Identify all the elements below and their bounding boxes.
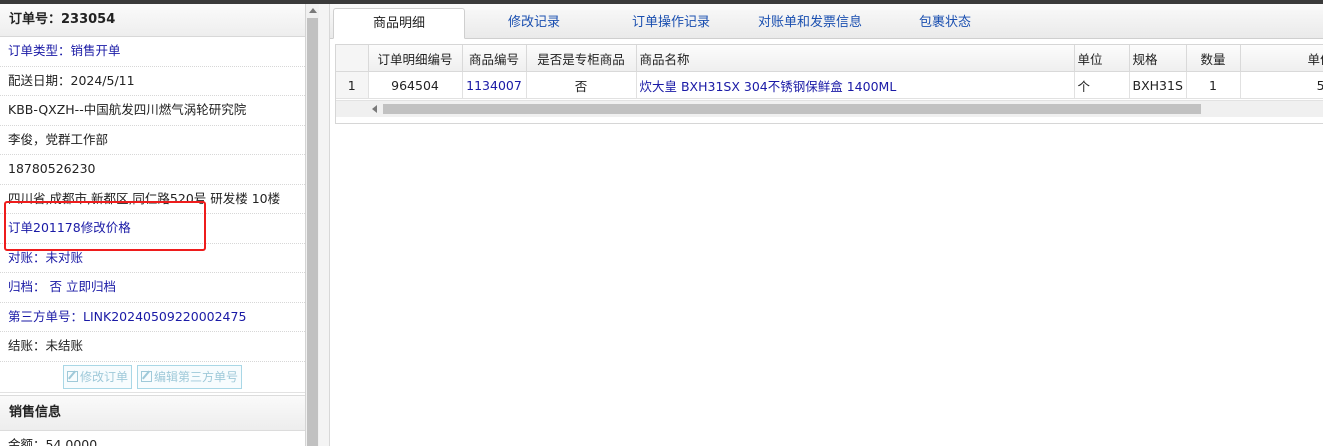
- order-type-row: 订单类型：销售开单: [0, 37, 305, 67]
- header-spec[interactable]: 规格: [1129, 45, 1187, 72]
- tab-modify-records[interactable]: 修改记录: [476, 8, 592, 38]
- header-row-number: [336, 45, 369, 72]
- edit-order-label: 修改订单: [79, 369, 128, 384]
- product-grid: 订单明细编号 商品编号 是否是专柜商品 商品名称 单位 规格 数量 单价 1 9…: [335, 44, 1323, 124]
- table-row[interactable]: 1 964504 1134007 否 炊大皇 BXH31SX 304不锈钢保鲜盒…: [336, 71, 1323, 99]
- cell-unit: 个: [1074, 71, 1130, 99]
- cell-row-number: 1: [336, 71, 369, 99]
- header-detail-id[interactable]: 订单明细编号: [368, 45, 463, 72]
- third-party-label: 第三方单号：: [8, 308, 84, 324]
- cell-detail-id: 964504: [368, 71, 463, 99]
- archive-now-link[interactable]: 立即归档: [66, 279, 116, 294]
- order-type-label: 订单类型：: [8, 43, 71, 58]
- sales-amount: 金额：54.0000: [0, 431, 305, 446]
- tab-product-details[interactable]: 商品明细: [333, 8, 465, 39]
- tab-order-operation-records[interactable]: 订单操作记录: [610, 8, 732, 38]
- order-number-title: 订单号：233054: [0, 4, 305, 37]
- tab-package-status[interactable]: 包裹状态: [898, 8, 992, 38]
- scrollbar-thumb[interactable]: [307, 18, 318, 446]
- header-unit[interactable]: 单位: [1074, 45, 1130, 72]
- order-actions: 修改订单 编辑第三方单号: [0, 362, 305, 393]
- header-product-id[interactable]: 商品编号: [462, 45, 527, 72]
- customer-name: KBB-QXZH--中国航发四川燃气涡轮研究院: [0, 96, 305, 126]
- horizontal-scrollbar-thumb[interactable]: [383, 104, 1201, 114]
- third-party-row: 第三方单号：LINK20240509220002475: [0, 303, 305, 332]
- reconcile-value: 未对账: [45, 249, 84, 265]
- edit-icon: [66, 371, 78, 382]
- archive-label: 归档：: [8, 279, 46, 294]
- settle-row: 结账：未结账: [0, 332, 305, 362]
- left-panel-scrollbar[interactable]: [306, 4, 319, 446]
- reconcile-row: 对账：未对账: [0, 244, 305, 273]
- settle-label: 结账：: [8, 338, 46, 353]
- scroll-up-icon[interactable]: [309, 8, 317, 13]
- header-quantity[interactable]: 数量: [1186, 45, 1241, 72]
- panel-splitter[interactable]: [319, 4, 330, 446]
- tab-bar: 商品明细 修改记录 订单操作记录 对账单和发票信息 包裹状态: [330, 4, 1323, 39]
- scroll-left-icon[interactable]: [372, 105, 377, 113]
- price-change-link[interactable]: 订单201178修改价格: [0, 214, 305, 244]
- cell-unit-price: 54: [1240, 71, 1323, 99]
- tab-statement-invoice[interactable]: 对账单和发票信息: [740, 8, 880, 38]
- archive-value: 否: [49, 279, 63, 294]
- grid-horizontal-scrollbar[interactable]: [336, 100, 1323, 117]
- sales-info-title: 销售信息: [0, 394, 305, 431]
- reconcile-label: 对账：: [8, 249, 46, 265]
- cell-product-id-link[interactable]: 1134007: [462, 71, 527, 99]
- edit-order-button[interactable]: 修改订单: [62, 364, 132, 389]
- delivery-address: 四川省,成都市,新都区,同仁路520号 研发楼 10楼: [0, 185, 305, 214]
- header-product-name[interactable]: 商品名称: [636, 45, 1075, 72]
- cell-quantity: 1: [1186, 71, 1241, 99]
- contact-person: 李俊，党群工作部: [0, 126, 305, 155]
- contact-phone: 18780526230: [0, 155, 305, 185]
- order-info-panel: 订单号：233054 订单类型：销售开单 配送日期：2024/5/11 KBB-…: [0, 4, 306, 446]
- third-party-value: LINK20240509220002475: [83, 308, 247, 324]
- order-type-value: 销售开单: [70, 43, 121, 58]
- cell-counter-flag: 否: [526, 71, 637, 99]
- delivery-date: 配送日期：2024/5/11: [0, 67, 305, 96]
- edit-third-party-button[interactable]: 编辑第三方单号: [137, 364, 243, 389]
- table-header-row: 订单明细编号 商品编号 是否是专柜商品 商品名称 单位 规格 数量 单价: [336, 45, 1323, 72]
- header-unit-price[interactable]: 单价: [1240, 45, 1323, 72]
- archive-row: 归档： 否 立即归档: [0, 273, 305, 303]
- cell-spec: BXH31S: [1129, 71, 1187, 99]
- product-table: 订单明细编号 商品编号 是否是专柜商品 商品名称 单位 规格 数量 单价 1 9…: [336, 45, 1323, 99]
- header-counter-flag[interactable]: 是否是专柜商品: [526, 45, 637, 72]
- detail-panel: 商品明细 修改记录 订单操作记录 对账单和发票信息 包裹状态 订单明细编号 商品…: [330, 4, 1323, 446]
- edit-icon: [141, 371, 152, 382]
- edit-third-party-label: 编辑第三方单号: [154, 369, 239, 384]
- cell-product-name-link[interactable]: 炊大皇 BXH31SX 304不锈钢保鲜盒 1400ML: [636, 71, 1075, 99]
- settle-value: 未结账: [45, 338, 84, 353]
